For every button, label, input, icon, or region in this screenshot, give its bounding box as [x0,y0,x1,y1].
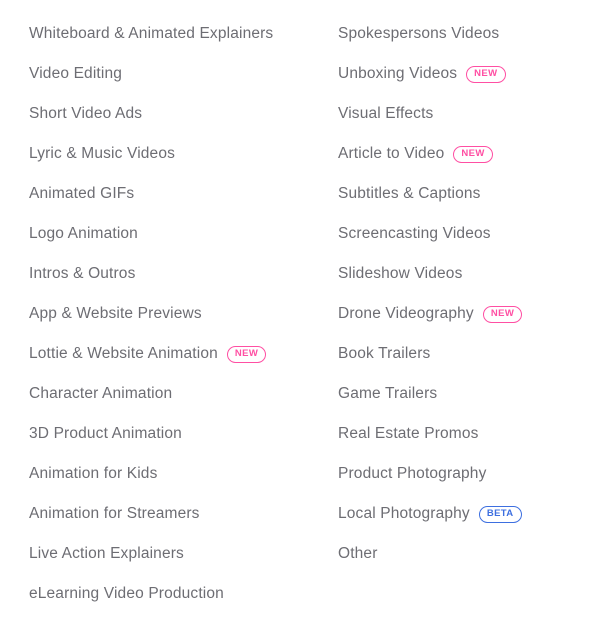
menu-item-video-editing[interactable]: Video Editing [29,54,319,94]
beta-badge: BETA [478,505,522,523]
menu-item-local-photography[interactable]: Local Photography BETA [338,494,613,534]
menu-item-label: Whiteboard & Animated Explainers [29,25,274,42]
new-badge: NEW [466,65,506,83]
menu-item-label: Video Editing [29,65,123,82]
menu-item-animation-for-kids[interactable]: Animation for Kids [29,454,319,494]
menu-item-label: Game Trailers [338,385,438,402]
menu-item-animation-for-streamers[interactable]: Animation for Streamers [29,494,319,534]
category-menu-columns: Whiteboard & Animated Explainers Video Ed… [0,0,613,614]
menu-item-real-estate-promos[interactable]: Real Estate Promos [338,414,613,454]
menu-item-app-and-website-previews[interactable]: App & Website Previews [29,294,319,334]
menu-item-slideshow-videos[interactable]: Slideshow Videos [338,254,613,294]
menu-item-label: Slideshow Videos [338,265,463,282]
menu-item-label: Local Photography [338,505,470,522]
menu-item-unboxing-videos[interactable]: Unboxing Videos NEW [338,54,613,94]
new-badge: NEW [482,305,523,323]
menu-item-label: Short Video Ads [29,105,143,122]
menu-item-label: eLearning Video Production [29,585,224,602]
menu-item-label: App & Website Previews [29,305,202,322]
menu-item-label: Character Animation [29,385,173,402]
new-badge: NEW [453,145,493,163]
menu-item-label: Animation for Streamers [29,505,200,522]
menu-item-label: Drone Videography [338,305,474,322]
menu-item-animated-gifs[interactable]: Animated GIFs [29,174,319,214]
menu-item-spokespersons-videos[interactable]: Spokespersons Videos [338,14,613,54]
menu-item-logo-animation[interactable]: Logo Animation [29,214,319,254]
menu-item-label: Intros & Outros [29,265,136,282]
category-menu-left-column: Whiteboard & Animated Explainers Video Ed… [0,14,319,614]
menu-item-label: Spokespersons Videos [338,25,500,42]
menu-item-live-action-explainers[interactable]: Live Action Explainers [29,534,319,574]
menu-item-label: Other [338,545,378,562]
menu-item-label: 3D Product Animation [29,425,182,442]
menu-item-lottie-and-website-animation[interactable]: Lottie & Website Animation NEW [29,334,319,374]
menu-item-short-video-ads[interactable]: Short Video Ads [29,94,319,134]
menu-item-article-to-video[interactable]: Article to Video NEW [338,134,613,174]
menu-item-label: Logo Animation [29,225,138,242]
category-menu-right-column: Spokespersons Videos Unboxing Videos NEW Vi… [319,14,613,574]
menu-item-label: Subtitles & Captions [338,185,481,202]
menu-item-label: Screencasting Videos [338,225,491,242]
menu-item-screencasting-videos[interactable]: Screencasting Videos [338,214,613,254]
menu-item-visual-effects[interactable]: Visual Effects [338,94,613,134]
menu-item-lyric-and-music-videos[interactable]: Lyric & Music Videos [29,134,319,174]
menu-item-subtitles-and-captions[interactable]: Subtitles & Captions [338,174,613,214]
menu-item-label: Animation for Kids [29,465,158,482]
menu-item-3d-product-animation[interactable]: 3D Product Animation [29,414,319,454]
menu-item-product-photography[interactable]: Product Photography [338,454,613,494]
menu-item-label: Animated GIFs [29,185,135,202]
menu-item-label: Visual Effects [338,105,434,122]
menu-item-label: Book Trailers [338,345,431,362]
menu-item-label: Article to Video [338,145,445,162]
menu-item-book-trailers[interactable]: Book Trailers [338,334,613,374]
menu-item-drone-videography[interactable]: Drone Videography NEW [338,294,613,334]
menu-item-whiteboard-and-animated-explainers[interactable]: Whiteboard & Animated Explainers [29,14,319,54]
category-menu-panel: Whiteboard & Animated Explainers Video Ed… [0,0,613,619]
menu-item-intros-and-outros[interactable]: Intros & Outros [29,254,319,294]
new-badge: NEW [226,345,267,363]
menu-item-other[interactable]: Other [338,534,613,574]
menu-item-label: Unboxing Videos [338,65,458,82]
menu-item-game-trailers[interactable]: Game Trailers [338,374,613,414]
menu-item-character-animation[interactable]: Character Animation [29,374,319,414]
menu-item-elearning-video-production[interactable]: eLearning Video Production [29,574,319,614]
menu-item-label: Real Estate Promos [338,425,479,442]
menu-item-label: Live Action Explainers [29,545,184,562]
menu-item-label: Product Photography [338,465,487,482]
menu-item-label: Lottie & Website Animation [29,345,218,362]
menu-item-label: Lyric & Music Videos [29,145,175,162]
